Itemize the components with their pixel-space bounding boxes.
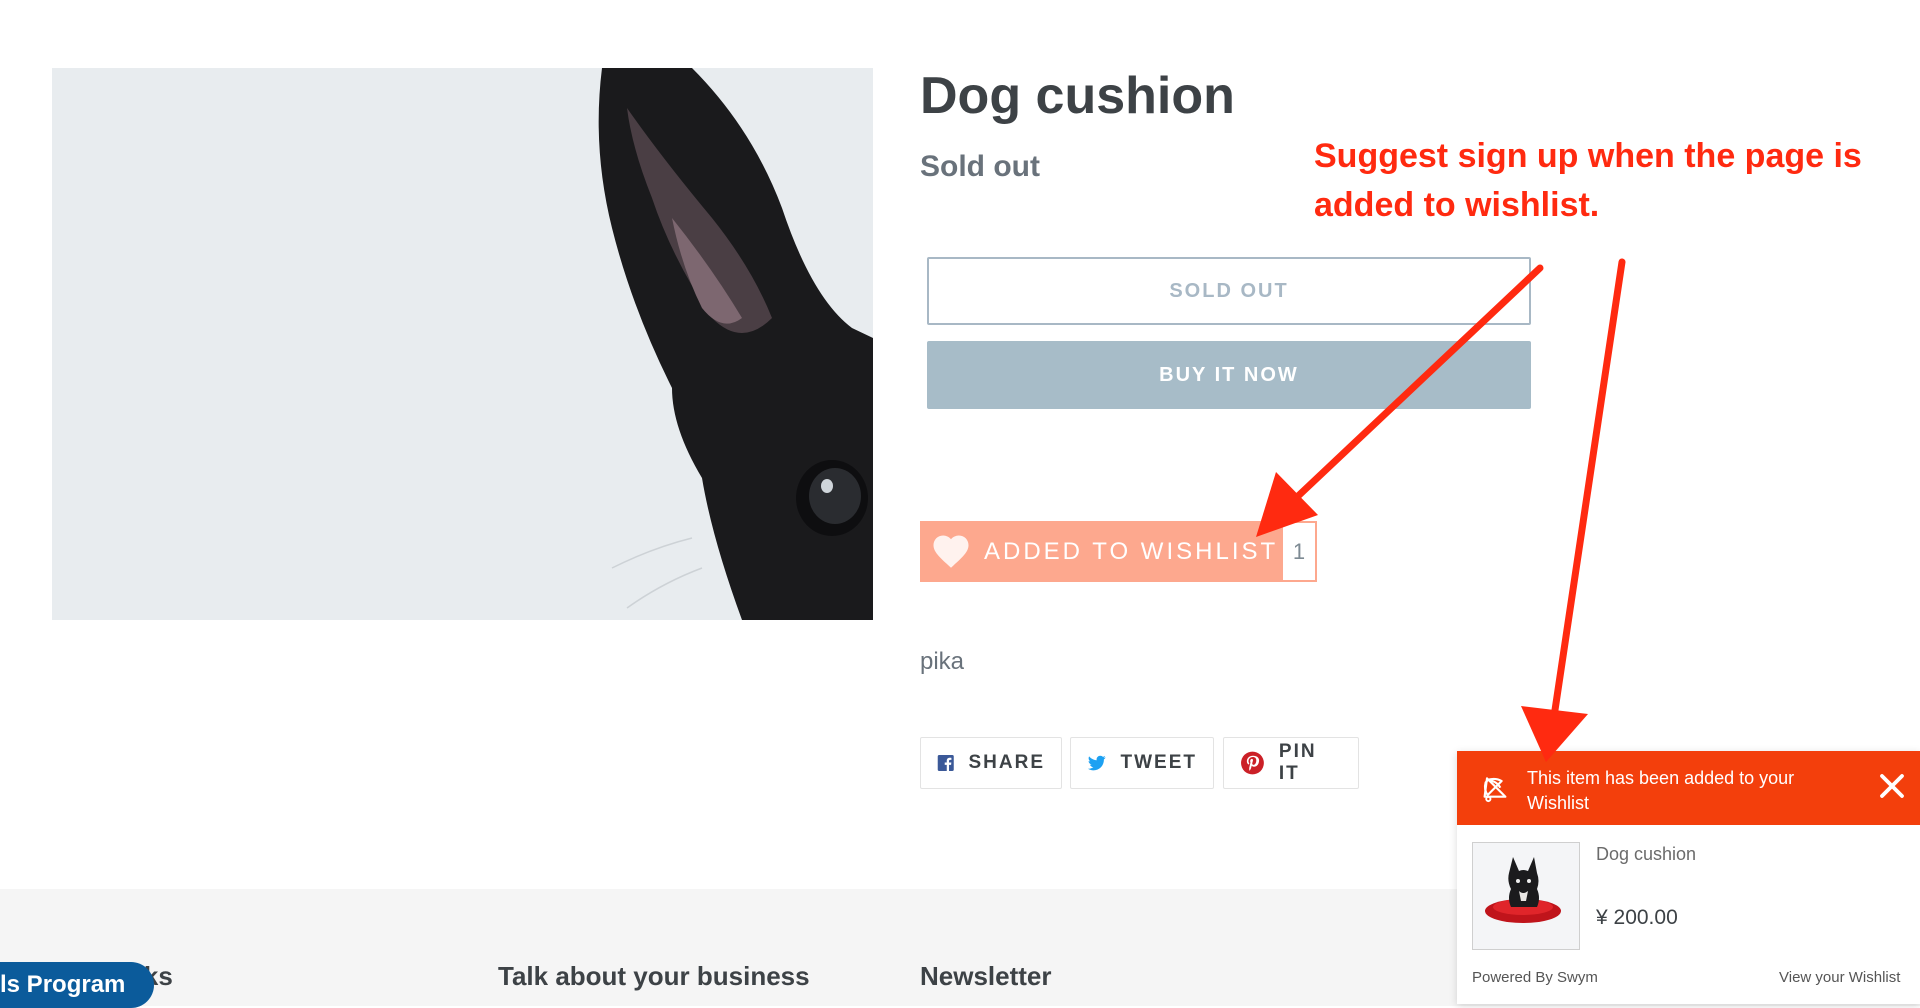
sold-out-button[interactable]: SOLD OUT [927,257,1531,325]
facebook-icon [937,754,954,772]
footer-newsletter-heading: Newsletter [920,961,1052,991]
product-status: Sold out [920,150,1040,183]
notification-header: This item has been added to your Wishlis… [1457,751,1920,825]
wishlist-notification-popup: This item has been added to your Wishlis… [1457,751,1920,1004]
wishlist-button[interactable]: ADDED TO WISHLIST [920,521,1282,582]
share-pinterest-button[interactable]: PIN IT [1223,737,1359,789]
heart-icon [933,535,969,568]
wishlist-label: ADDED TO WISHLIST [984,537,1279,565]
share-twitter-button[interactable]: TWEET [1070,737,1214,789]
notification-product-title[interactable]: Dog cushion [1596,844,1696,865]
close-icon[interactable] [1877,771,1907,801]
rewards-program-badge[interactable]: ls Program [0,962,154,1008]
product-title: Dog cushion [920,67,1235,125]
product-image[interactable] [52,68,873,620]
buy-now-button[interactable]: BUY IT NOW [927,341,1531,409]
pinterest-icon [1241,751,1264,775]
twitter-icon [1087,755,1106,771]
footer-business-heading: Talk about your business [498,961,810,991]
notification-product-price: ¥ 200.00 [1596,906,1678,929]
share-facebook-label: SHARE [968,752,1045,773]
bell-icon [1483,777,1507,803]
powered-by-label: Powered By Swym [1472,969,1598,986]
annotation-text: Suggest sign up when the page is added t… [1314,137,1862,224]
arrow-to-popup [1521,258,1626,762]
share-facebook-button[interactable]: SHARE [920,737,1062,789]
share-pinterest-label: PIN IT [1278,741,1317,784]
share-twitter-label: TWEET [1120,752,1197,773]
view-wishlist-link[interactable]: View your Wishlist [1779,969,1900,986]
notification-message: This item has been added to your Wishlis… [1527,768,1795,813]
wishlist-count: 1 [1281,521,1317,582]
dog-ear-photo [52,68,873,620]
product-description: pika [920,648,965,675]
product-thumbnail[interactable] [1472,842,1580,950]
dog-on-cushion-photo [1473,843,1579,949]
